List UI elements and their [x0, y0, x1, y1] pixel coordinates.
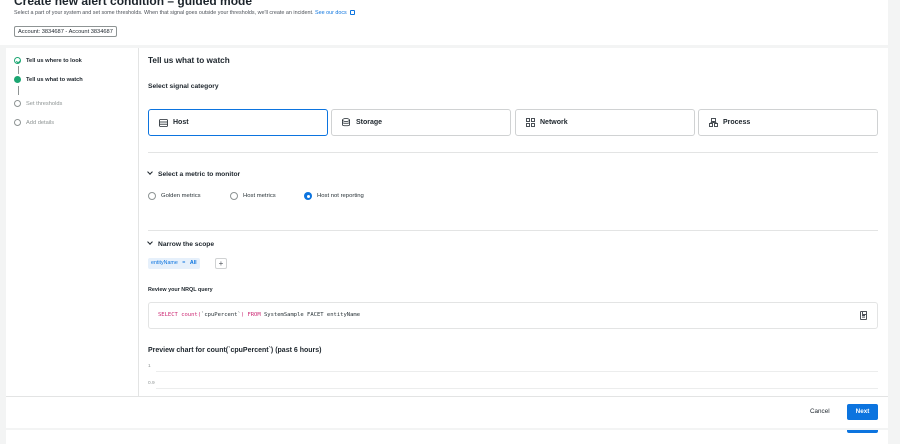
chart-tick-label: 1 [148, 364, 151, 369]
footer-bar: Cancel Next [6, 396, 888, 428]
subtitle-text: Select a part of your system and set som… [14, 10, 314, 16]
add-filter-button[interactable]: + [215, 258, 227, 269]
nrql-paren: ) [240, 312, 245, 318]
nrql-label: Review your NRQL query [148, 287, 213, 293]
underlying-page-strip [6, 430, 888, 444]
cancel-button[interactable]: Cancel [810, 408, 830, 415]
category-label: Select signal category [148, 83, 219, 90]
page-subtitle: Select a part of your system and set som… [14, 10, 356, 16]
host-icon [158, 118, 168, 128]
chevron-down-icon [147, 169, 153, 175]
copy-clipboard-icon[interactable] [860, 310, 868, 320]
metric-section-title: Select a metric to monitor [158, 171, 241, 178]
scope-section-toggle[interactable]: Narrow the scope [147, 239, 215, 248]
category-label-text: Network [540, 119, 568, 126]
category-label-text: Storage [356, 119, 383, 126]
section-title: Tell us what to watch [148, 56, 230, 65]
nrql-keyword: SELECT [158, 312, 178, 318]
external-link-icon[interactable] [350, 10, 356, 15]
radio-host-not-reporting[interactable]: Host not reporting [304, 192, 364, 200]
step-label: Set thresholds [26, 100, 63, 107]
steps-sidebar: Tell us where to look Tell us what to wa… [6, 48, 139, 396]
current-step-icon [14, 76, 21, 83]
filter-operator: = [182, 260, 186, 266]
empty-circle-icon [14, 119, 21, 126]
category-label-text: Process [723, 119, 751, 126]
chart-gridline [156, 371, 878, 372]
process-icon [708, 118, 718, 128]
empty-circle-icon [14, 100, 21, 107]
page-title: Create new alert condition – guided mode [14, 0, 253, 8]
radio-host-metrics[interactable]: Host metrics [230, 192, 276, 200]
chart-title: Preview chart for count(`cpuPercent`) (p… [148, 347, 322, 354]
scope-section-title: Narrow the scope [158, 241, 215, 248]
step-where-to-look[interactable]: Tell us where to look [14, 57, 82, 64]
step-connector [17, 86, 19, 95]
nrql-function: count( [181, 312, 202, 318]
radio-circle[interactable] [230, 192, 238, 200]
metric-section-toggle[interactable]: Select a metric to monitor [147, 169, 241, 178]
check-circle-icon [14, 57, 21, 64]
category-storage[interactable]: Storage [331, 109, 511, 136]
radio-label: Golden metrics [161, 193, 201, 199]
nrql-query-box[interactable]: SELECT count(`cpuPercent`) FROM SystemSa… [148, 302, 878, 329]
step-add-details[interactable]: Add details [14, 119, 54, 126]
section-divider [148, 230, 878, 231]
chevron-down-icon [147, 239, 153, 245]
next-button[interactable]: Next [847, 404, 878, 420]
category-process[interactable]: Process [698, 109, 878, 136]
main-panel: Tell us what to watch Select signal cate… [139, 48, 888, 396]
storage-icon [341, 118, 351, 128]
nrql-query: SELECT count(`cpuPercent`) FROM SystemSa… [158, 312, 360, 318]
nrql-attribute: `cpuPercent` [201, 312, 241, 318]
radio-label: Host metrics [243, 193, 276, 199]
docs-link[interactable]: See our docs [315, 10, 347, 16]
account-selector[interactable]: Account: 3834687 - Account 3834687 [14, 26, 117, 37]
chart-gridline [156, 388, 878, 389]
category-label-text: Host [173, 119, 189, 126]
step-connector [17, 66, 19, 74]
radio-circle[interactable] [148, 192, 156, 200]
category-host[interactable]: Host [148, 109, 328, 136]
step-what-to-watch[interactable]: Tell us what to watch [14, 76, 83, 83]
radio-golden-metrics[interactable]: Golden metrics [148, 192, 201, 200]
radio-label: Host not reporting [317, 193, 364, 199]
scope-filter-pill[interactable]: entityName = All [148, 258, 200, 269]
section-divider [148, 152, 878, 153]
underlying-button-edge [847, 430, 878, 433]
step-set-thresholds[interactable]: Set thresholds [14, 100, 62, 107]
nrql-rest: SystemSample FACET entityName [264, 312, 361, 318]
step-label: Add details [26, 119, 55, 126]
chart-tick-label: 0.9 [148, 381, 155, 386]
step-label: Tell us what to watch [26, 76, 83, 83]
category-network[interactable]: Network [515, 109, 695, 136]
filter-value: All [189, 260, 197, 266]
step-label: Tell us where to look [26, 57, 82, 64]
page-header: Create new alert condition – guided mode… [0, 0, 888, 45]
network-icon [525, 118, 535, 128]
nrql-keyword: FROM [247, 312, 261, 318]
filter-key: entityName [151, 260, 178, 266]
radio-circle[interactable] [304, 192, 312, 200]
